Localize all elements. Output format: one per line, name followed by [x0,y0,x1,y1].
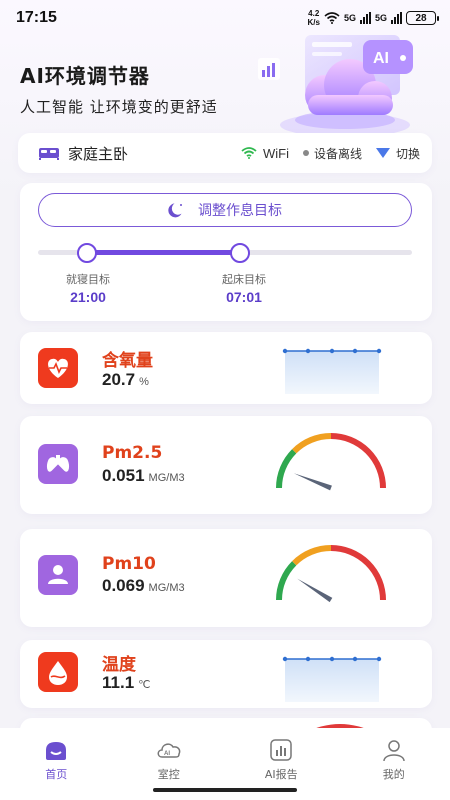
schedule-range-slider[interactable] [38,243,412,263]
metric-value: 0.051 [102,466,145,485]
gauge-arc-segment [330,545,386,601]
metric-reading: 11.1 ℃ [102,673,151,693]
home-indicator [153,788,297,792]
nav-label: 首页 [45,768,68,781]
nav-item-profile[interactable]: 我的 [338,728,450,800]
adjust-schedule-button[interactable]: 调整作息目标 [38,193,412,227]
home-icon [46,742,67,760]
metric-name: Pm2.5 [102,443,163,463]
switch-room-button[interactable]: 切换 [396,145,420,162]
hero-badge-text: AI [373,50,389,67]
metric-name: Pm10 [102,554,156,574]
lungs-icon [38,444,78,484]
metric-reading: 20.7 % [102,370,149,390]
gauge-arc-segment [276,449,297,489]
wake-value: 07:01 [226,289,262,305]
metric-unit: MG/M3 [148,582,185,594]
gauge-arc-segment [292,433,332,454]
page-title: AI环境调节器 [20,64,150,88]
report-chart-icon [270,739,292,761]
battery-icon: 28 [406,11,439,25]
gauge-needle [293,473,332,491]
room-name: 家庭主卧 [68,144,129,163]
nav-label: 室控 [157,768,180,781]
network-speed: 4.2 K/s [307,9,320,27]
metric-unit: % [139,376,149,388]
pm25-gauge [276,433,386,491]
drop-icon [38,652,78,692]
moon-icon [168,203,182,218]
switch-triangle-icon[interactable] [375,148,390,158]
pm25-metric-card[interactable]: Pm2.5 0.051 MG/M3 [20,416,432,514]
bed-icon [39,148,59,160]
temperature-sparkline [282,656,382,702]
page-subtitle: 人工智能 让环境变的更舒适 [20,98,218,116]
bedtime-value: 21:00 [70,289,106,305]
signal-bars-icon [359,12,371,24]
signal-bars-icon [391,12,402,24]
signal-type-2: 5G [374,13,387,23]
metric-value: 11.1 [102,673,135,692]
bedtime-block: 就寝目标 21:00 [58,271,118,305]
device-room-card: 家庭主卧 WiFi 设备离线 切换 [18,133,432,173]
pm10-gauge [276,545,386,603]
gauge-arc-segment [292,545,332,566]
oxygen-metric-card[interactable]: 含氧量 20.7 % [20,332,432,404]
signal-type-1: 5G [343,13,356,23]
adjust-schedule-label: 调整作息目标 [198,203,282,219]
oxygen-sparkline [282,348,382,394]
wake-slider-handle[interactable] [229,243,250,263]
cloud-ai-icon: AI [157,743,181,758]
temperature-metric-card[interactable]: 温度 11.1 ℃ [20,640,432,708]
pm10-metric-card[interactable]: Pm10 0.069 MG/M3 [20,529,432,627]
wake-label: 起床目标 [222,273,266,286]
metric-unit: ℃ [138,679,151,691]
nav-label: 我的 [382,768,405,781]
gauge-needle [297,578,333,603]
status-icons: 4.2 K/s 5G 5G 28 [307,9,439,27]
sleep-schedule-card: 调整作息目标 就寝目标 21:00 起床目标 07:01 [20,183,432,321]
wake-block: 起床目标 07:01 [214,271,274,305]
gauge-arc-segment [276,561,297,601]
wifi-label: WiFi [262,145,289,161]
metric-name: 温度 [102,655,136,675]
device-status: 设备离线 [313,146,362,161]
metric-value: 20.7 [102,370,136,389]
metric-value: 0.069 [102,576,145,595]
metric-unit: MG/M3 [148,472,185,484]
schedule-range-fill [86,250,240,255]
heart-icon [38,348,78,388]
metric-reading: 0.051 MG/M3 [102,466,185,486]
bedtime-label: 就寝目标 [66,273,110,286]
ai-cloud-illustration: AI [258,35,413,137]
svg-text:AI: AI [164,751,170,757]
offline-dot-icon [302,150,309,156]
nav-label: AI报告 [264,768,298,781]
status-time: 17:15 [16,9,57,26]
wifi-icon [241,147,257,159]
nav-item-home[interactable]: 首页 [0,728,113,800]
metric-reading: 0.069 MG/M3 [102,576,185,596]
person-icon [38,555,78,595]
user-icon [383,740,405,762]
wifi-status-icon [324,12,340,24]
gauge-arc-segment [330,433,386,489]
bedtime-slider-handle[interactable] [76,243,97,263]
metric-name: 含氧量 [102,351,153,371]
